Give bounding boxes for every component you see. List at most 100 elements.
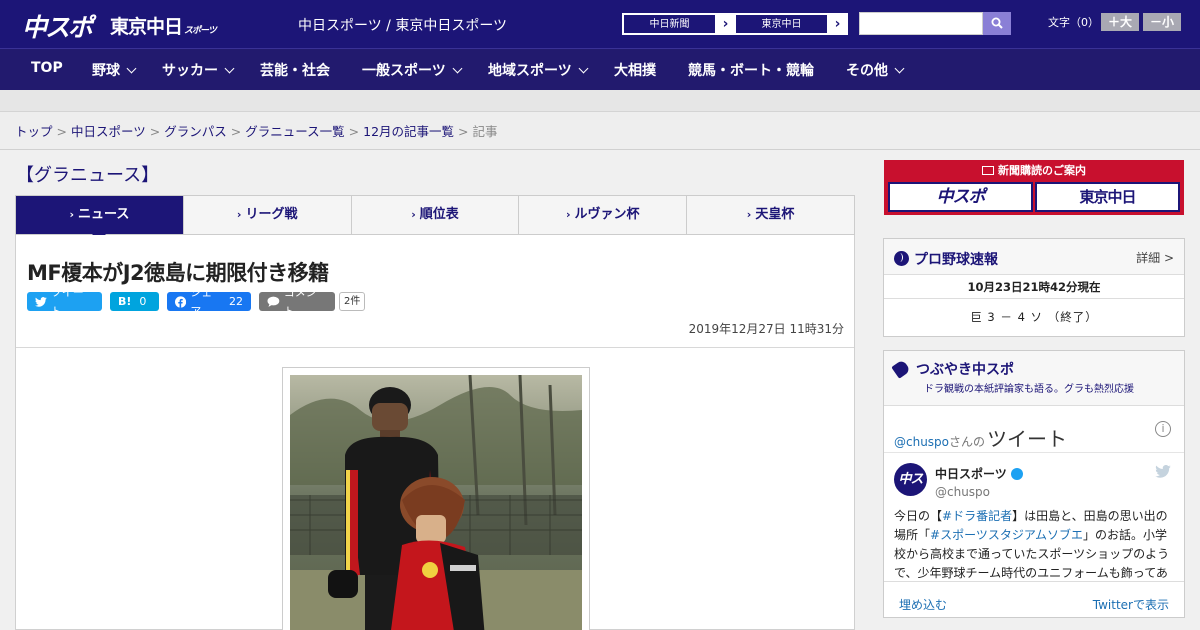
subscription-banner[interactable]: 新聞購読のご案内 中スポ 東京中日 xyxy=(884,160,1184,215)
main-nav: TOP 野球 サッカー 芸能・社会 一般スポーツ 地域スポーツ 大相撲 競馬・ボ… xyxy=(0,48,1200,90)
tweet-text-part: 今日の【 xyxy=(894,509,943,523)
view-on-twitter-link[interactable]: Twitterで表示 xyxy=(1093,596,1169,613)
nav-label: サッカー xyxy=(162,63,218,79)
chevron-down-icon xyxy=(126,63,137,74)
timeline-handle-link[interactable]: @chuspo xyxy=(894,435,949,449)
breadcrumb-link[interactable]: トップ xyxy=(15,124,53,139)
divider xyxy=(16,347,854,348)
breadcrumb-separator: > xyxy=(56,124,67,139)
nav-label: 野球 xyxy=(92,63,120,79)
account-name-text: 中日スポーツ xyxy=(935,467,1007,481)
nav-item-racing[interactable]: 競馬・ボート・競輪 xyxy=(688,60,814,80)
nav-item-sumo[interactable]: 大相撲 xyxy=(614,60,656,80)
article-photo[interactable] xyxy=(290,375,582,630)
comment-count: 2件 xyxy=(339,292,366,311)
ext-link-label: 東京中日 xyxy=(735,14,828,34)
nav-item-soccer[interactable]: サッカー xyxy=(162,60,235,80)
tab-label: リーグ戦 xyxy=(245,207,298,222)
publish-date: 2019年12月27日 11時31分 xyxy=(688,322,844,336)
font-smaller-button[interactable]: －小 xyxy=(1143,13,1181,31)
share-buttons: ツイート B! 0 シェア 22 コメント 2件 xyxy=(27,286,366,318)
chevron-down-icon xyxy=(894,63,905,74)
tweet-account-handle[interactable]: @chuspo xyxy=(935,485,990,499)
tab-label: 天皇杯 xyxy=(755,207,795,222)
ext-link-label: 中日新聞 xyxy=(623,14,716,34)
subscription-title: 新聞購読のご案内 xyxy=(884,162,1184,178)
tab-standings[interactable]: › 順位表 xyxy=(352,196,520,234)
baseball-widget-header: プロ野球速報 詳細 > xyxy=(884,239,1184,275)
facebook-icon xyxy=(175,295,187,308)
baseball-widget-title: プロ野球速報 xyxy=(914,252,998,268)
tab-label: ニュース xyxy=(77,207,130,222)
info-icon[interactable]: i xyxy=(1155,421,1171,437)
baseball-detail-link[interactable]: 詳細 > xyxy=(1136,249,1174,266)
chevron-right-icon: › xyxy=(411,208,416,221)
nav-item-top[interactable]: TOP xyxy=(31,60,63,76)
tokyo-shimbun-link[interactable]: 東京中日 › xyxy=(734,13,848,35)
chevron-right-icon: › xyxy=(69,208,74,221)
facebook-share-button[interactable]: シェア 22 xyxy=(167,286,251,318)
nav-item-local-sports[interactable]: 地域スポーツ xyxy=(488,60,589,80)
chuspo-logo[interactable]: 中スポ xyxy=(22,8,93,44)
chevron-down-icon xyxy=(452,63,463,74)
tweet-button[interactable]: ツイート xyxy=(27,286,102,318)
breadcrumb-separator: > xyxy=(230,124,242,139)
chevron-right-icon: › xyxy=(722,16,729,32)
tweets-widget-title: つぶやき中スポ xyxy=(891,359,1014,379)
hatena-count: 0 xyxy=(139,295,147,308)
font-size-label: 文字（0） xyxy=(1048,16,1099,29)
hashtag-link[interactable]: #ドラ番記者 xyxy=(942,509,1012,523)
chevron-right-icon: › xyxy=(236,208,242,221)
search-button[interactable] xyxy=(983,12,1011,35)
tweet-label: ツイート xyxy=(50,285,84,318)
ad-band xyxy=(0,90,1200,112)
search-input[interactable] xyxy=(859,12,983,35)
timeline-tweet-word: ツイート xyxy=(987,427,1068,451)
site-name: 中日スポーツ / 東京中日スポーツ xyxy=(298,18,508,34)
news-tabs: › ニュース › リーグ戦 › 順位表 › ルヴァン杯 › 天皇杯 xyxy=(15,195,855,241)
twitter-bird-icon[interactable] xyxy=(1155,465,1171,478)
tweets-widget-title-text: つぶやき中スポ xyxy=(916,362,1014,378)
tweet-account-name[interactable]: 中日スポーツ xyxy=(935,465,1023,482)
tab-league[interactable]: › リーグ戦 xyxy=(184,196,352,234)
nav-item-baseball[interactable]: 野球 xyxy=(92,60,137,80)
tab-levain-cup[interactable]: › ルヴァン杯 xyxy=(519,196,688,234)
chevron-right-icon: › xyxy=(746,208,752,221)
tokyo-logo-main: 東京中日 xyxy=(110,16,183,38)
tab-news[interactable]: › ニュース xyxy=(16,196,184,241)
nav-item-general-sports[interactable]: 一般スポーツ xyxy=(362,60,463,80)
hashtag-link[interactable]: #スポーツスタジアムソブエ xyxy=(930,528,1083,542)
nav-label: 競馬・ボート・競輪 xyxy=(688,63,814,79)
tokyo-chunichi-logo[interactable]: 東京中日 スポーツ xyxy=(110,12,217,39)
nav-item-other[interactable]: その他 xyxy=(846,60,905,80)
breadcrumb-link[interactable]: 中日スポーツ xyxy=(71,124,146,139)
timeline-san: さんの xyxy=(949,435,986,449)
subscribe-tokyo-chunichi-link[interactable]: 東京中日 xyxy=(1035,182,1180,212)
embed-link[interactable]: 埋め込む xyxy=(899,596,947,613)
font-bigger-button[interactable]: ＋大 xyxy=(1101,13,1139,31)
hatena-bookmark-button[interactable]: B! 0 xyxy=(110,292,159,311)
comment-bubble-icon xyxy=(267,296,280,307)
breadcrumb-link[interactable]: 12月の記事一覧 xyxy=(363,124,454,139)
breadcrumb-current: 記事 xyxy=(472,124,498,139)
comment-label: コメント xyxy=(283,285,317,318)
nav-label: 大相撲 xyxy=(614,63,656,79)
breadcrumb: トップ > 中日スポーツ > グランパス > グラニュース一覧 >12月の記事一覧 > 記事 xyxy=(0,112,1200,150)
breadcrumb-separator: > xyxy=(458,124,469,139)
breadcrumb-link[interactable]: グラニュース一覧 xyxy=(245,124,344,139)
tweet-timeline-footer: 埋め込む Twitterで表示 xyxy=(884,581,1184,625)
tweets-widget: つぶやき中スポ ドラ観戦の本紙評論家も語る。グラも熱烈応援 @chuspoさんの… xyxy=(883,350,1185,618)
subscribe-chuspo-link[interactable]: 中スポ xyxy=(888,182,1033,212)
chevron-down-icon xyxy=(578,63,589,74)
chunichi-shimbun-link[interactable]: 中日新聞 › xyxy=(622,13,736,35)
tweets-widget-subtitle: ドラ観戦の本紙評論家も語る。グラも熱烈応援 xyxy=(924,384,1134,395)
avatar[interactable]: 中スポ xyxy=(894,463,927,520)
breadcrumb-link[interactable]: グランパス xyxy=(164,124,227,139)
tab-emperors-cup[interactable]: › 天皇杯 xyxy=(687,196,854,234)
nav-item-entertainment[interactable]: 芸能・社会 xyxy=(260,60,330,80)
baseball-scores-widget: プロ野球速報 詳細 > 10月23日21時42分現在 巨 3 － 4 ソ （終了… xyxy=(883,238,1185,337)
score-line[interactable]: 巨 3 － 4 ソ （終了） xyxy=(884,299,1184,336)
comment-button[interactable]: コメント xyxy=(259,286,335,318)
newspaper-icon xyxy=(982,166,994,175)
nav-label: 芸能・社会 xyxy=(260,63,330,79)
